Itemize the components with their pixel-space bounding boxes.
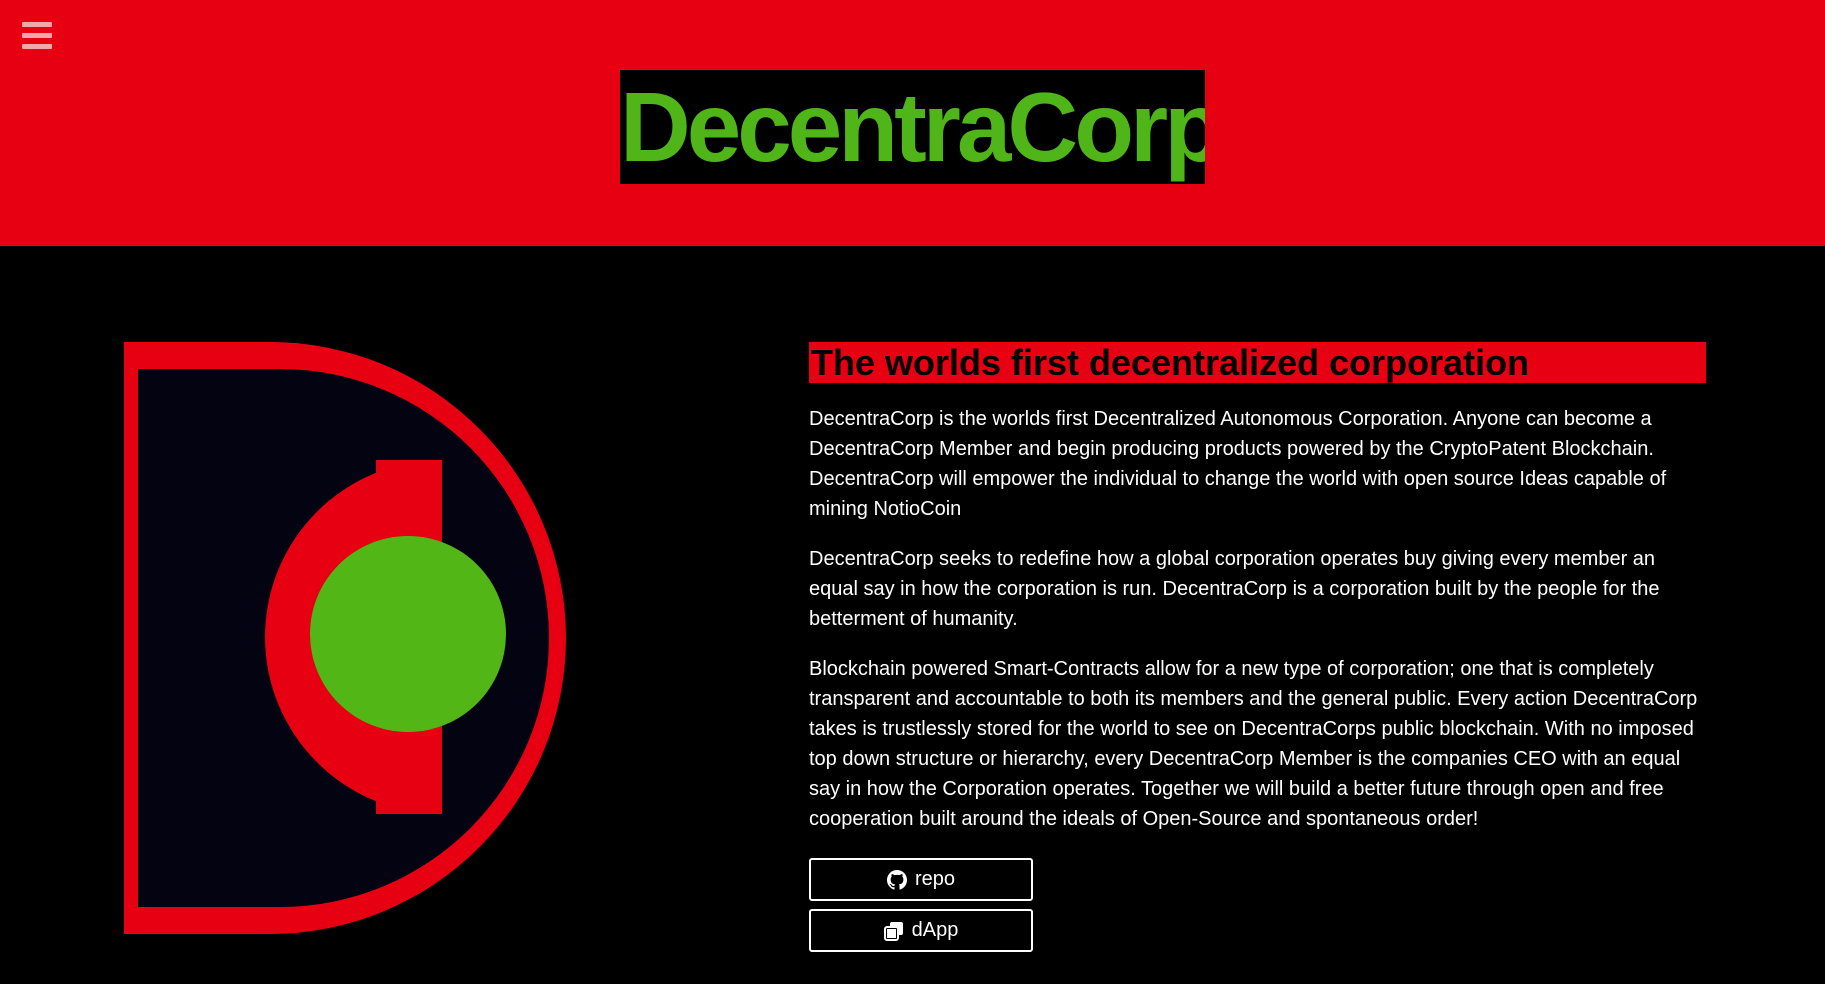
page-headline: The worlds first decentralized corporati… xyxy=(809,342,1706,383)
brand-title: DecentraCorp xyxy=(620,70,1205,184)
dapp-button[interactable]: dApp xyxy=(809,909,1033,952)
logo-green-circle xyxy=(310,536,506,732)
clone-icon xyxy=(883,921,903,941)
intro-paragraph: DecentraCorp is the worlds first Decentr… xyxy=(809,408,1667,520)
repo-button[interactable]: repo xyxy=(809,858,1033,901)
hamburger-menu-icon[interactable] xyxy=(22,22,52,54)
mission-paragraph: DecentraCorp seeks to redefine how a glo… xyxy=(809,548,1660,630)
blockchain-paragraph: Blockchain powered Smart-Contracts allow… xyxy=(809,658,1698,830)
dapp-label: dApp xyxy=(911,919,959,941)
repo-label: repo xyxy=(914,868,956,890)
site-header: DecentraCorp xyxy=(0,0,1825,246)
main-content: The worlds first decentralized corporati… xyxy=(809,342,1706,834)
github-icon xyxy=(886,869,907,890)
decentracorp-logo xyxy=(124,342,566,934)
